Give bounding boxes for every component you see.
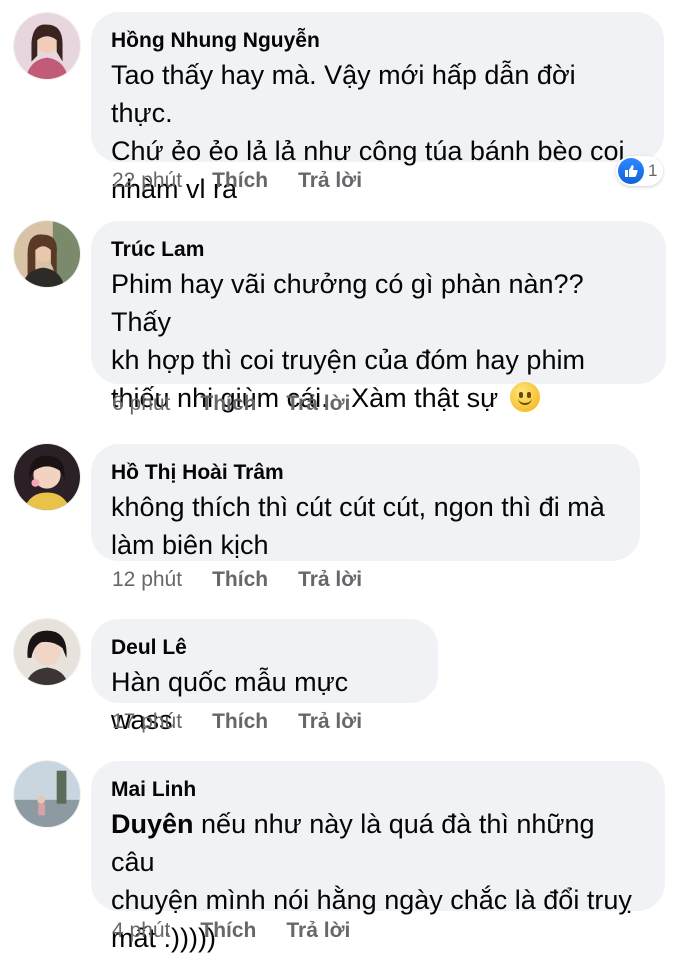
comment-line: Phim hay vãi chưởng có gì phàn nàn?? Thấ…	[111, 269, 584, 337]
commenter-name[interactable]: Trúc Lam	[111, 237, 644, 263]
comment-actions: 17 phút Thích Trả lời	[112, 710, 362, 734]
avatar[interactable]	[13, 760, 81, 828]
comment-line: làm biên kịch	[111, 530, 269, 560]
comment-time[interactable]: 22 phút	[112, 169, 182, 193]
comment-bubble: Trúc Lam Phim hay vãi chưởng có gì phàn …	[91, 221, 666, 413]
like-button[interactable]: Thích	[212, 710, 268, 734]
like-icon	[618, 158, 644, 184]
comment-line: Chứ ẻo ẻo lả lả như công túa bánh bèo co…	[111, 136, 625, 166]
comment-time[interactable]: 6 phút	[112, 392, 170, 416]
comment-bubble: Deul Lê Hàn quốc mẫu mực wass	[91, 619, 438, 735]
comment-actions: 6 phút Thích Trả lời	[112, 392, 350, 416]
comment-actions: 22 phút Thích Trả lời	[112, 169, 362, 193]
mention-link[interactable]: Duyên	[111, 809, 194, 839]
comment-bubble: Hồng Nhung Nguyễn Tao thấy hay mà. Vậy m…	[91, 12, 664, 204]
like-button[interactable]: Thích	[200, 919, 256, 943]
comment-line: không thích thì cút cút cút, ngon thì đi…	[111, 492, 605, 522]
comment-time[interactable]: 12 phút	[112, 568, 182, 592]
commenter-name[interactable]: Mai Linh	[111, 777, 643, 803]
comment-text: không thích thì cút cút cút, ngon thì đi…	[111, 488, 618, 564]
avatar[interactable]	[13, 220, 81, 288]
reaction-count: 1	[648, 161, 658, 180]
comment-actions: 12 phút Thích Trả lời	[112, 568, 362, 592]
comment-bubble: Hồ Thị Hoài Trâm không thích thì cút cút…	[91, 444, 640, 561]
slightly-smiling-face-icon	[509, 382, 540, 412]
commenter-name[interactable]: Hồ Thị Hoài Trâm	[111, 460, 618, 486]
avatar[interactable]	[13, 443, 81, 511]
like-button[interactable]: Thích	[200, 392, 256, 416]
comment-bubble: Mai Linh Duyên nếu như này là quá đà thì…	[91, 761, 665, 953]
like-button[interactable]: Thích	[212, 169, 268, 193]
comment-line: kh hợp thì coi truyện của đóm hay phim	[111, 345, 585, 375]
reply-button[interactable]: Trả lời	[298, 568, 362, 592]
reply-button[interactable]: Trả lời	[298, 169, 362, 193]
reply-button[interactable]: Trả lời	[298, 710, 362, 734]
commenter-name[interactable]: Deul Lê	[111, 635, 416, 661]
comment-time[interactable]: 4 phút	[112, 919, 170, 943]
commenter-name[interactable]: Hồng Nhung Nguyễn	[111, 28, 642, 54]
like-button[interactable]: Thích	[212, 568, 268, 592]
reply-button[interactable]: Trả lời	[286, 392, 350, 416]
avatar[interactable]	[13, 618, 81, 686]
comment-line: chuyện mình nói hằng ngày chắc là đổi tr…	[111, 885, 632, 915]
reaction-badge[interactable]: 1	[616, 156, 664, 186]
reply-button[interactable]: Trả lời	[286, 919, 350, 943]
avatar[interactable]	[13, 12, 81, 80]
comment-time[interactable]: 17 phút	[112, 710, 182, 734]
comment-line: Tao thấy hay mà. Vậy mới hấp dẫn đời thự…	[111, 60, 576, 128]
comment-line: Duyên nếu như này là quá đà thì những câ…	[111, 805, 643, 881]
comment-actions: 4 phút Thích Trả lời	[112, 919, 350, 943]
